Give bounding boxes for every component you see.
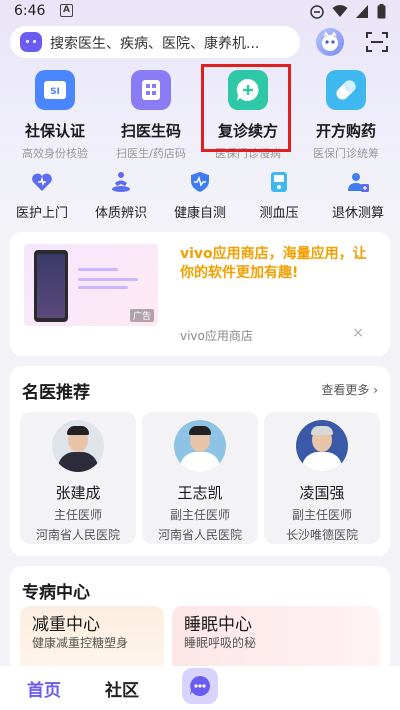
ad-tag: 广告: [129, 309, 154, 322]
assistant-logo-icon: [20, 32, 42, 52]
ad-card[interactable]: 广告 vivo应用商店，海量应用，让你的软件更加有趣! vivo应用商店 ×: [10, 232, 390, 356]
doctor-title: 副主任医师: [291, 508, 352, 522]
service-title: 社保认证: [24, 122, 85, 140]
battery-icon: [377, 4, 386, 19]
doctor-name: 凌国强: [299, 484, 345, 502]
avatar: [174, 420, 226, 472]
retirement-calc-icon: [346, 170, 370, 194]
bottom-nav: 首页 社区: [0, 666, 400, 710]
id-card-icon: SI: [35, 70, 75, 110]
feature-health-self-test[interactable]: 健康自测: [160, 170, 240, 221]
doctor-hospital: 长沙唯德医院: [285, 528, 358, 542]
specialty-center-section: 专病中心 减重中心 健康减重控糖塑身 睡眠中心 睡眠呼吸的秘: [10, 566, 390, 676]
feature-label: 医护上门: [15, 206, 68, 221]
view-more-link[interactable]: 查看更多 ›: [321, 381, 378, 398]
search-placeholder: 搜索医生、疾病、医院、康养机...: [50, 36, 260, 52]
feature-retirement-calc[interactable]: 退休测算: [318, 170, 398, 221]
doctor-card[interactable]: 张建成 主任医师 河南省人民医院: [20, 412, 136, 544]
ad-title: vivo应用商店，海量应用，让你的软件更加有趣!: [180, 246, 367, 281]
feature-label: 退休测算: [331, 206, 384, 221]
section-title: 名医推荐: [22, 383, 90, 403]
nav-community-tab[interactable]: 社区: [105, 676, 139, 701]
status-time: 6:46: [14, 3, 46, 19]
feature-blood-pressure[interactable]: 测血压: [239, 170, 319, 221]
ad-source: vivo应用商店: [180, 329, 253, 343]
notification-icon: A: [60, 4, 73, 17]
pill-icon: [326, 70, 366, 110]
service-subtitle: 扫医生/药店码: [116, 147, 186, 160]
do-not-disturb-icon: [310, 4, 324, 19]
feature-label: 体质辨识: [94, 206, 147, 221]
service-scan-doctor-code[interactable]: 扫医生码 扫医生/药店码: [103, 66, 199, 161]
service-title: 开方购药: [315, 122, 376, 140]
svg-text:SI: SI: [50, 87, 60, 97]
doctor-name: 王志凯: [177, 484, 223, 502]
doctor-title: 副主任医师: [169, 508, 230, 522]
doctor-card[interactable]: 凌国强 副主任医师 长沙唯德医院: [264, 412, 380, 544]
close-icon[interactable]: ×: [352, 325, 364, 341]
status-bar: 6:46 A: [0, 0, 400, 24]
doctor-card[interactable]: 王志凯 副主任医师 河南省人民医院: [142, 412, 258, 544]
nurse-heart-icon: [30, 170, 54, 194]
service-title: 扫医生码: [120, 122, 181, 140]
service-social-security[interactable]: SI 社保认证 高效身份核验: [7, 66, 103, 161]
highlight-annotation-box: [201, 64, 291, 152]
specialty-name: 睡眠中心: [184, 615, 252, 635]
shield-pulse-icon: [188, 170, 212, 194]
avatar: [52, 420, 104, 472]
service-subtitle: 医保门诊统筹: [313, 147, 379, 160]
avatar: [296, 420, 348, 472]
chat-assistant-icon[interactable]: [182, 668, 218, 704]
doctor-name: 张建成: [55, 484, 101, 502]
signal-icon: [356, 5, 368, 18]
specialty-desc: 健康减重控糖塑身: [32, 636, 129, 650]
ad-image: 广告: [24, 244, 158, 326]
doctor-title: 主任医师: [53, 508, 102, 522]
section-title: 专病中心: [22, 583, 90, 603]
feature-label: 健康自测: [173, 206, 226, 221]
qr-scan-icon: [131, 70, 171, 110]
specialty-name: 减重中心: [32, 615, 100, 635]
meditation-icon: [109, 170, 133, 194]
service-subtitle: 高效身份核验: [22, 147, 88, 160]
service-prescription-purchase[interactable]: 开方购药 医保门诊统筹: [298, 66, 394, 161]
assistant-avatar-icon[interactable]: [316, 28, 344, 56]
blood-pressure-icon: [267, 170, 291, 194]
doctor-recommend-section: 名医推荐 查看更多 › 张建成 主任医师 河南省人民医院 王志凯 副主任医师 河…: [10, 366, 390, 556]
search-bar[interactable]: 搜索医生、疾病、医院、康养机...: [10, 26, 300, 58]
feature-home-nursing[interactable]: 医护上门: [2, 170, 82, 221]
wifi-icon: [332, 5, 348, 17]
nav-home-tab[interactable]: 首页: [27, 676, 61, 701]
feature-constitution[interactable]: 体质辨识: [81, 170, 161, 221]
doctor-hospital: 河南省人民医院: [35, 528, 120, 542]
scan-icon[interactable]: [366, 31, 388, 53]
feature-label: 测血压: [259, 206, 299, 221]
doctor-hospital: 河南省人民医院: [157, 528, 242, 542]
specialty-desc: 睡眠呼吸的秘: [184, 636, 257, 650]
